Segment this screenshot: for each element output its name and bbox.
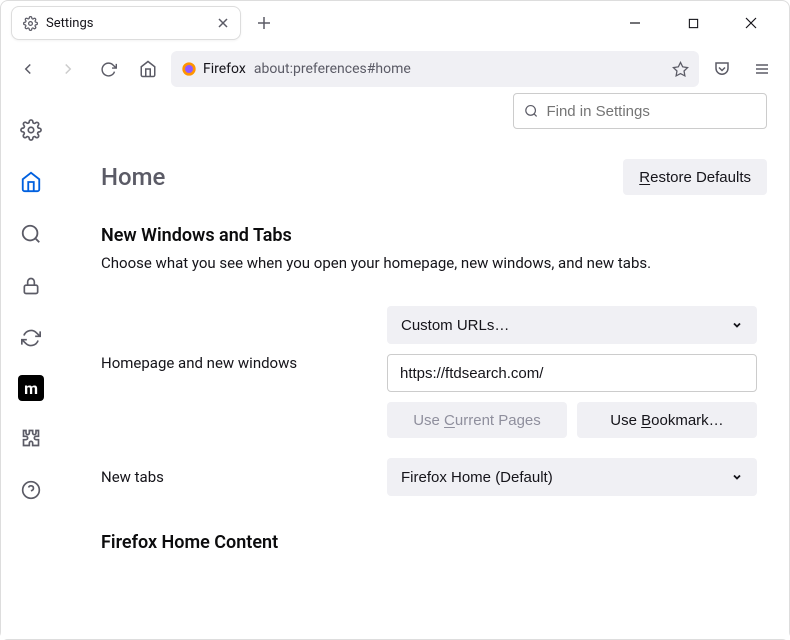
sync-icon [21,328,41,348]
minimize-button[interactable] [615,7,655,39]
identity-box[interactable]: Firefox [181,61,246,77]
settings-sidebar: m [1,93,61,639]
accesskey-letter: C [444,412,455,429]
sidebar-extensions[interactable] [16,423,46,453]
maximize-button[interactable] [673,7,713,39]
lock-icon [21,275,41,297]
homepage-url-input[interactable] [387,354,757,392]
sidebar-sync[interactable] [16,323,46,353]
url-bar[interactable]: Firefox about:preferences#home [171,51,699,87]
section-description: Choose what you see when you open your h… [101,254,767,272]
use-bookmark-button[interactable]: Use Bookmark… [577,402,757,438]
find-input[interactable] [546,103,756,120]
back-button[interactable] [11,52,45,86]
reload-button[interactable] [91,52,125,86]
section-heading-home-content: Firefox Home Content [101,532,767,553]
save-pocket-icon[interactable] [705,52,739,86]
sidebar-search[interactable] [16,219,46,249]
new-tab-button[interactable] [249,8,279,38]
firefox-icon [181,61,197,77]
chevron-down-icon [731,471,743,483]
sidebar-general[interactable] [16,115,46,145]
dropdown-value: Custom URLs… [401,317,509,334]
sidebar-home[interactable] [16,167,46,197]
nav-toolbar: Firefox about:preferences#home [1,45,789,93]
section-heading-new-windows: New Windows and Tabs [101,225,767,246]
chevron-down-icon [731,319,743,331]
bookmark-star-icon[interactable] [672,61,689,78]
gear-icon [22,15,38,31]
homepage-label: Homepage and new windows [101,306,371,372]
sidebar-privacy[interactable] [16,271,46,301]
identity-label: Firefox [203,61,246,77]
url-text: about:preferences#home [254,61,411,77]
help-icon [21,480,41,500]
accesskey-letter: B [641,412,651,429]
dropdown-value: Firefox Home (Default) [401,469,553,486]
homepage-mode-dropdown[interactable]: Custom URLs… [387,306,757,344]
puzzle-icon [21,428,41,448]
use-current-pages-button[interactable]: Use Current Pages [387,402,567,438]
newtabs-label: New tabs [101,468,371,486]
find-in-settings[interactable] [513,93,767,129]
forward-button[interactable] [51,52,85,86]
home-button[interactable] [131,52,165,86]
close-tab-icon[interactable] [216,16,230,30]
browser-tab[interactable]: Settings [11,6,241,40]
sidebar-mozilla[interactable]: m [18,375,44,401]
settings-main: Home Restore Defaults New Windows and Ta… [61,93,789,639]
search-icon [20,223,42,245]
gear-icon [20,119,42,141]
restore-defaults-button[interactable]: Restore Defaults [623,159,767,195]
sidebar-help[interactable] [16,475,46,505]
page-title: Home [101,163,165,191]
accesskey-letter: R [639,169,650,186]
search-icon [524,103,538,119]
close-window-button[interactable] [731,7,771,39]
app-menu-button[interactable] [745,52,779,86]
titlebar: Settings [1,1,789,45]
newtabs-mode-dropdown[interactable]: Firefox Home (Default) [387,458,757,496]
mozilla-icon: m [24,379,38,398]
home-icon [20,171,42,193]
tab-title: Settings [46,16,208,31]
